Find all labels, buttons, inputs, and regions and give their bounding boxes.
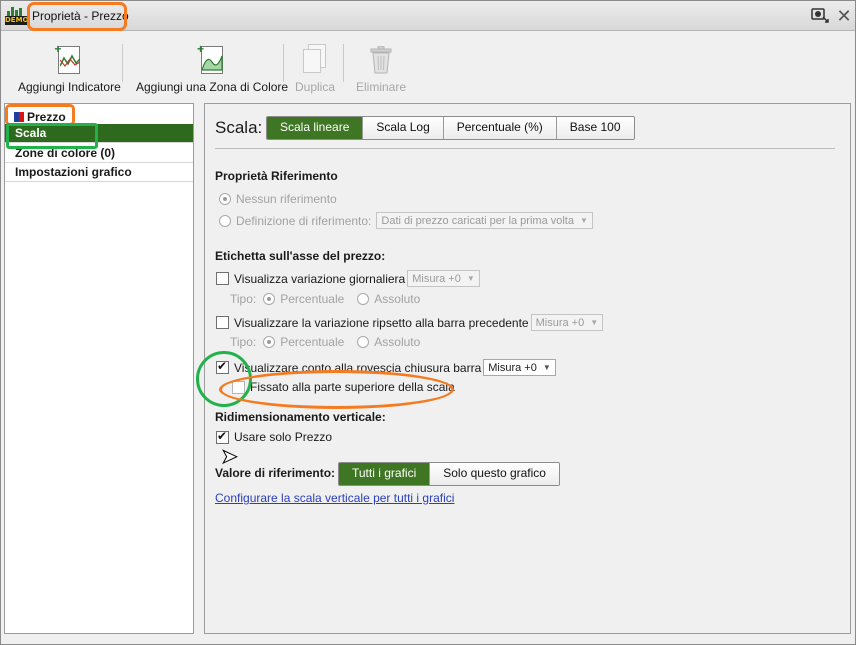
toolbar-divider: [343, 44, 344, 82]
daily-change-type-row: Tipo: Percentuale Assoluto: [230, 292, 421, 306]
prev-bar-select[interactable]: Misura +0 ▼: [530, 314, 604, 331]
title-bar: DEMO Proprietà - Prezzo ✕: [1, 1, 855, 31]
delete-button[interactable]: Eliminare: [356, 44, 406, 94]
toolbar-divider: [122, 44, 123, 82]
configure-vertical-scale-link[interactable]: Configurare la scala verticale per tutti…: [215, 491, 454, 505]
scale-linear-button[interactable]: Scala lineare: [267, 117, 364, 139]
add-indicator-button[interactable]: + Aggiungi Indicatore: [18, 43, 121, 94]
daily-change-checkbox[interactable]: Visualizza variazione giornaliera Misura…: [216, 270, 480, 287]
prev-bar-type-row: Tipo: Percentuale Assoluto: [230, 335, 421, 349]
countdown-select[interactable]: Misura +0 ▼: [483, 359, 556, 376]
reference-source-select[interactable]: Dati di prezzo caricati per la prima vol…: [376, 212, 593, 229]
all-charts-button[interactable]: Tutti i grafici: [339, 463, 431, 485]
settings-tree: Prezzo Scala Zone di colore (0) Impostaz…: [4, 103, 194, 634]
app-logo-icon: DEMO: [5, 7, 29, 25]
toolbar-divider: [283, 44, 284, 82]
no-reference-radio[interactable]: Nessun riferimento: [219, 192, 337, 206]
daily-change-select[interactable]: Misura +0 ▼: [407, 270, 480, 287]
axis-label-heading: Etichetta sull'asse del prezzo:: [215, 249, 386, 263]
add-color-zone-button[interactable]: + Aggiungi una Zona di Colore: [136, 43, 288, 94]
scale-percent-button[interactable]: Percentuale (%): [443, 117, 557, 139]
duplicate-icon: [300, 44, 330, 76]
price-flag-icon: [14, 112, 24, 122]
option-highlight-annotation: [219, 370, 454, 409]
vertical-resize-heading: Ridimensionamento verticale:: [215, 410, 386, 424]
trash-icon: [366, 44, 396, 76]
this-chart-button[interactable]: Solo questo grafico: [430, 463, 559, 485]
chevron-down-icon: ▼: [466, 274, 475, 283]
price-only-checkbox[interactable]: Usare solo Prezzo: [216, 429, 332, 444]
ref-value-label: Valore di riferimento:: [215, 466, 336, 480]
chevron-down-icon: ▼: [590, 318, 599, 327]
ref-value-segmented: Tutti i grafici Solo questo grafico: [338, 462, 560, 486]
toolbar: + Aggiungi Indicatore + Aggiungi una Zon…: [1, 32, 855, 100]
scale-type-segmented: Scala lineare Scala Log Percentuale (%) …: [266, 116, 635, 140]
type-percent-radio[interactable]: [263, 293, 276, 305]
scale-panel: Scala: Scala lineare Scala Log Percentua…: [204, 103, 851, 634]
title-highlight-annotation: [27, 2, 127, 31]
prev-bar-change-checkbox[interactable]: Visualizzare la variazione ripsetto alla…: [216, 314, 604, 331]
tree-root-prezzo[interactable]: Prezzo: [14, 110, 66, 124]
tree-item-chart-settings[interactable]: Impostazioni grafico: [5, 163, 193, 182]
type-absolute-radio[interactable]: [357, 293, 370, 305]
demo-badge: DEMO: [5, 16, 29, 25]
properties-window: DEMO Proprietà - Prezzo ✕ + Aggiungi Ind…: [0, 0, 856, 645]
type-percent-radio-2[interactable]: [263, 336, 276, 348]
scale-log-button[interactable]: Scala Log: [363, 117, 444, 139]
close-icon[interactable]: ✕: [833, 5, 855, 27]
chevron-down-icon: ▼: [542, 363, 551, 372]
pin-icon[interactable]: [809, 5, 831, 27]
chevron-down-icon: ▼: [579, 216, 588, 225]
scala-highlight-annotation: [6, 123, 98, 149]
type-absolute-radio-2[interactable]: [357, 336, 370, 348]
scale-base100-button[interactable]: Base 100: [556, 117, 634, 139]
divider: [215, 148, 835, 149]
indicator-chart-icon: +: [54, 43, 84, 76]
ref-props-heading: Proprietà Riferimento: [215, 169, 338, 183]
duplicate-button[interactable]: Duplica: [295, 44, 335, 94]
color-zone-icon: +: [197, 43, 227, 76]
scale-title: Scala:: [215, 118, 263, 137]
define-reference-radio[interactable]: Definizione di riferimento: Dati di prez…: [219, 212, 593, 229]
mouse-cursor-icon: ➤: [221, 444, 239, 468]
